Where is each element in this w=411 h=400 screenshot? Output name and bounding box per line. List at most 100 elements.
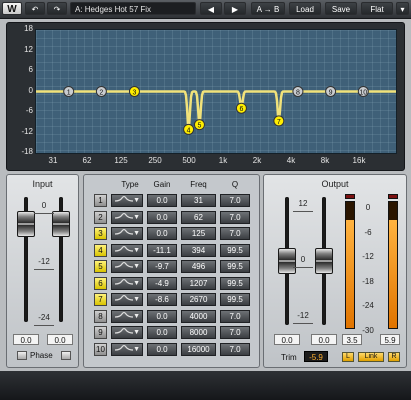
band-enable-button[interactable]: 9 xyxy=(94,326,107,339)
save-button[interactable]: Save xyxy=(325,2,357,15)
input-fader-right[interactable] xyxy=(52,210,70,237)
waves-logo[interactable]: W xyxy=(2,2,22,15)
eq-band-node-3[interactable]: 3 xyxy=(128,86,140,97)
band-gain-field[interactable]: -11.1 xyxy=(147,243,177,257)
band-freq-field[interactable]: 394 xyxy=(181,243,216,257)
band-freq-field[interactable]: 1207 xyxy=(181,276,216,290)
band-enable-button[interactable]: 3 xyxy=(94,227,107,240)
eq-band-node-10[interactable]: 10 xyxy=(357,86,369,97)
band-enable-button[interactable]: 7 xyxy=(94,293,107,306)
band-type-selector[interactable]: ▼ xyxy=(111,342,143,356)
band-enable-button[interactable]: 4 xyxy=(94,243,107,257)
flat-button[interactable]: Flat xyxy=(361,2,393,15)
band-freq-field[interactable]: 8000 xyxy=(181,326,216,339)
input-fader-left[interactable] xyxy=(17,210,35,237)
eq-band-node-5[interactable]: 5 xyxy=(193,119,205,131)
undo-button[interactable]: ↶ xyxy=(25,2,45,15)
band-gain-field[interactable]: 0.0 xyxy=(147,194,177,207)
eq-band-node-4[interactable]: 4 xyxy=(183,123,195,135)
clip-right-indicator[interactable] xyxy=(388,194,398,199)
output-right-value[interactable]: 0.0 xyxy=(311,334,337,345)
band-q-field[interactable]: 7.0 xyxy=(220,342,250,356)
band-type-selector[interactable]: ▼ xyxy=(111,293,143,306)
band-gain-field[interactable]: -8.6 xyxy=(147,293,177,306)
band-freq-field[interactable]: 496 xyxy=(181,260,216,273)
band-freq-field[interactable]: 16000 xyxy=(181,342,216,356)
band-type-selector[interactable]: ▼ xyxy=(111,243,143,257)
band-gain-field[interactable]: 0.0 xyxy=(147,227,177,240)
band-gain-field[interactable]: 0.0 xyxy=(147,342,177,356)
band-q-field[interactable]: 7.0 xyxy=(220,326,250,339)
band-type-selector[interactable]: ▼ xyxy=(111,227,143,240)
chevron-down-icon: ▼ xyxy=(133,296,140,303)
band-gain-field[interactable]: 0.0 xyxy=(147,326,177,339)
phase-right-button[interactable] xyxy=(61,351,71,360)
band-enable-button[interactable]: 6 xyxy=(94,276,107,290)
band-type-selector[interactable]: ▼ xyxy=(111,326,143,339)
band-freq-field[interactable]: 125 xyxy=(181,227,216,240)
band-freq-field[interactable]: 4000 xyxy=(181,309,216,323)
ab-compare-button[interactable]: A → B xyxy=(251,2,285,15)
band-freq-field[interactable]: 2670 xyxy=(181,293,216,306)
band-enable-button[interactable]: 8 xyxy=(94,309,107,323)
band-enable-button[interactable]: 2 xyxy=(94,210,107,224)
band-q-field[interactable]: 99.5 xyxy=(220,276,250,290)
y-tick-label: 0 xyxy=(28,85,33,95)
menu-dropdown-button[interactable]: ▾ xyxy=(396,2,409,15)
link-right-button[interactable]: R xyxy=(388,352,400,362)
output-scale-12: 12 xyxy=(298,199,308,208)
phase-left-button[interactable] xyxy=(17,351,27,360)
meter-scale-label: -6 xyxy=(364,227,372,237)
chevron-down-icon: ▼ xyxy=(133,312,140,320)
band-gain-field[interactable]: 0.0 xyxy=(147,309,177,323)
band-q-field[interactable]: 99.5 xyxy=(220,260,250,273)
eq-band-node-2[interactable]: 2 xyxy=(95,86,107,97)
freq-header: Freq xyxy=(190,180,207,189)
trim-value[interactable]: -5.9 xyxy=(304,351,328,362)
eq-graph[interactable]: 1 2 3 4 5 6 7 8 9 10 xyxy=(35,29,397,154)
band-freq-field[interactable]: 31 xyxy=(181,194,216,207)
band-q-field[interactable]: 7.0 xyxy=(220,210,250,224)
band-row: 7 ▼ -8.6 2670 99.5 xyxy=(94,293,252,306)
band-type-selector[interactable]: ▼ xyxy=(111,309,143,323)
eq-band-node-8[interactable]: 8 xyxy=(292,86,304,97)
preset-name-field[interactable]: A: Hedges Hot 57 Fix xyxy=(70,2,196,15)
band-enable-button[interactable]: 1 xyxy=(94,194,107,207)
band-freq-field[interactable]: 62 xyxy=(181,210,216,224)
eq-band-node-6[interactable]: 6 xyxy=(235,102,247,114)
band-type-selector[interactable]: ▼ xyxy=(111,260,143,273)
eq-band-node-label: 9 xyxy=(329,90,333,97)
band-gain-field[interactable]: -9.7 xyxy=(147,260,177,273)
band-enable-button[interactable]: 10 xyxy=(94,342,107,356)
band-type-selector[interactable]: ▼ xyxy=(111,194,143,207)
band-enable-button[interactable]: 5 xyxy=(94,260,107,273)
output-left-value[interactable]: 0.0 xyxy=(274,334,300,345)
next-preset-button[interactable]: ▶ xyxy=(224,2,246,15)
band-q-field[interactable]: 7.0 xyxy=(220,194,250,207)
link-left-button[interactable]: L xyxy=(342,352,354,362)
clip-left-indicator[interactable] xyxy=(345,194,355,199)
output-fader-right[interactable] xyxy=(315,248,333,274)
band-q-field[interactable]: 99.5 xyxy=(220,243,250,257)
eq-band-node-label: 6 xyxy=(239,106,243,113)
eq-band-node-7[interactable]: 7 xyxy=(273,115,285,127)
eq-curve-plot[interactable]: 1 2 3 45 6 7 8 9 10 xyxy=(36,30,396,153)
eq-band-node-9[interactable]: 9 xyxy=(325,86,337,97)
redo-button[interactable]: ↷ xyxy=(47,2,67,15)
input-right-value[interactable]: 0.0 xyxy=(47,334,73,345)
band-type-selector[interactable]: ▼ xyxy=(111,210,143,224)
band-q-field[interactable]: 99.5 xyxy=(220,293,250,306)
band-q-field[interactable]: 7.0 xyxy=(220,309,250,323)
eq-band-node-1[interactable]: 1 xyxy=(63,86,75,97)
band-gain-field[interactable]: 0.0 xyxy=(147,210,177,224)
band-gain-field[interactable]: -4.9 xyxy=(147,276,177,290)
link-button[interactable]: Link xyxy=(358,352,384,362)
output-meter-left-level xyxy=(346,219,354,328)
band-q-field[interactable]: 7.0 xyxy=(220,227,250,240)
input-left-value[interactable]: 0.0 xyxy=(13,334,39,345)
previous-preset-button[interactable]: ◀ xyxy=(200,2,222,15)
y-tick-label: -12 xyxy=(21,126,33,136)
eq-band-node-label: 3 xyxy=(133,90,137,97)
band-type-selector[interactable]: ▼ xyxy=(111,276,143,290)
load-button[interactable]: Load xyxy=(289,2,321,15)
